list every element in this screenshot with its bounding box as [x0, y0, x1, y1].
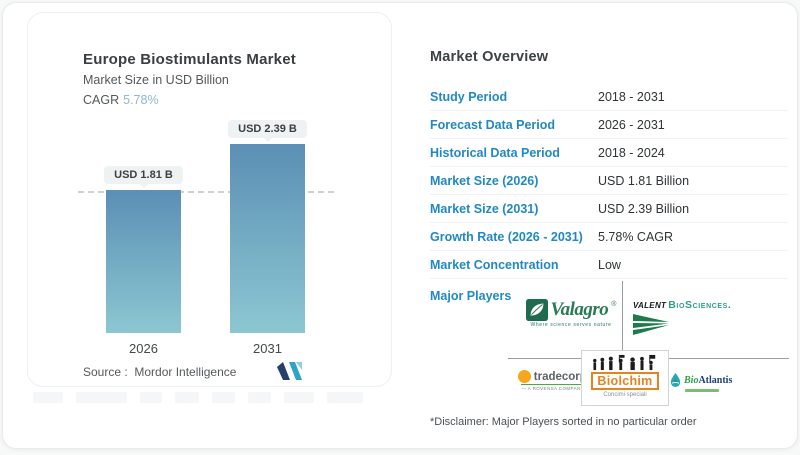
overview-row-value: 2026 - 2031: [598, 117, 665, 132]
tradecorp-sun-icon: [517, 370, 531, 383]
source-line: Source : Mordor Intelligence: [83, 365, 236, 379]
bar-2026: [106, 190, 181, 333]
tradecorp-wordmark: tradecorp: [533, 370, 587, 383]
valagro-registered-mark: ®: [611, 301, 617, 308]
valagro-logo: Valagro ® Where science serves nature: [517, 299, 625, 328]
source-label: Source :: [83, 365, 128, 379]
bar-2031: [230, 144, 305, 333]
disclaimer-text: *Disclaimer: Major Players sorted in no …: [430, 416, 697, 428]
bar-year-2026: 2026: [129, 341, 158, 356]
valent-stripes-icon: [633, 314, 669, 335]
bar-group-2031: USD 2.39 B 2031: [228, 120, 307, 357]
bar-year-2031: 2031: [253, 341, 282, 356]
overview-row: Market Size (2026) USD 1.81 Billion: [430, 167, 788, 195]
biolchim-logo: Biolchim Concimi speciali: [581, 350, 669, 406]
bar-value-label-2026: USD 1.81 B: [104, 166, 183, 188]
players-connector-left: [508, 358, 581, 359]
bioatlantis-drop-icon: [670, 373, 681, 387]
bioatlantis-wordmark: BioAtlantis: [684, 374, 733, 386]
biolchim-wordmark: Biolchim: [591, 372, 659, 390]
valent-wordmark: VALENT: [633, 301, 667, 310]
overview-row: Historical Data Period 2018 - 2024: [430, 139, 788, 167]
overview-row: Study Period 2018 - 2031: [430, 83, 788, 111]
mordor-intelligence-logo-icon: [277, 362, 302, 380]
ghost-strip: [33, 392, 364, 403]
valent-biosciences-wordmark: BioSciences.: [668, 299, 732, 311]
valagro-tagline: Where science serves nature: [530, 322, 612, 328]
overview-row-value: Low: [598, 257, 621, 272]
overview-row-value: 2018 - 2031: [598, 89, 665, 104]
overview-row: Forecast Data Period 2026 - 2031: [430, 111, 788, 139]
biolchim-people-icon: [593, 354, 656, 371]
valent-biosciences-logo: VALENT BioSciences.: [633, 299, 733, 341]
source-value: Mordor Intelligence: [134, 365, 237, 379]
cagr-value: 5.78%: [123, 93, 159, 107]
bioatlantis-tagline-bar: [685, 389, 719, 392]
major-players-label: Major Players: [430, 289, 512, 303]
overview-row-label: Market Concentration: [430, 257, 559, 272]
cagr-label: CAGR: [83, 93, 120, 107]
overview-row-label: Historical Data Period: [430, 145, 560, 160]
overview-row: Market Size (2031) USD 2.39 Billion: [430, 195, 788, 223]
overview-row-value: USD 1.81 Billion: [598, 173, 690, 188]
overview-row-label: Forecast Data Period: [430, 117, 556, 132]
chart-title: Europe Biostimulants Market: [83, 51, 296, 68]
overview-table: Study Period 2018 - 2031 Forecast Data P…: [430, 83, 788, 279]
report-card: Europe Biostimulants Market Market Size …: [2, 2, 798, 449]
overview-heading: Market Overview: [430, 49, 549, 65]
overview-row-value: 5.78% CAGR: [598, 229, 674, 244]
biolchim-tagline: Concimi speciali: [603, 392, 647, 398]
valagro-leaf-icon: [525, 299, 548, 321]
overview-row-label: Market Size (2031): [430, 201, 539, 216]
overview-row: Growth Rate (2026 - 2031) 5.78% CAGR: [430, 223, 788, 251]
bar-value-label-2031: USD 2.39 B: [228, 120, 307, 142]
chart-panel: Europe Biostimulants Market Market Size …: [27, 12, 392, 387]
overview-row: Market Concentration Low: [430, 251, 788, 279]
chart-subtitle: Market Size in USD Billion: [83, 73, 229, 87]
overview-row-label: Growth Rate (2026 - 2031): [430, 229, 583, 244]
players-connector-right: [669, 358, 789, 359]
bioatlantis-logo: BioAtlantis: [669, 372, 733, 392]
overview-row-value: USD 2.39 Billion: [598, 201, 690, 216]
chart-cagr: CAGR 5.78%: [83, 93, 159, 107]
bar-group-2026: USD 1.81 B 2026: [104, 166, 183, 357]
overview-row-label: Market Size (2026): [430, 173, 539, 188]
overview-row-value: 2018 - 2024: [598, 145, 665, 160]
valagro-wordmark: Valagro: [550, 299, 609, 320]
overview-row-label: Study Period: [430, 89, 508, 104]
